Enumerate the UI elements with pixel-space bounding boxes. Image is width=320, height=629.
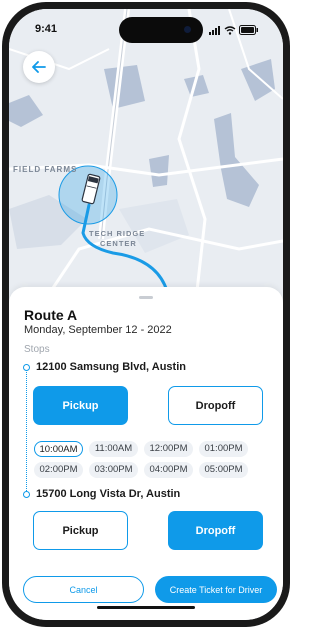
stop-2-pickup-button[interactable]: Pickup bbox=[33, 511, 128, 550]
map-label-field-farms: FIELD FARMS bbox=[13, 165, 78, 174]
camera-dot bbox=[184, 26, 191, 33]
stop-2-address: 15700 Long Vista Dr, Austin bbox=[36, 488, 181, 500]
time-slot[interactable]: 03:00PM bbox=[89, 462, 138, 478]
map-canvas bbox=[9, 9, 283, 309]
back-button[interactable] bbox=[23, 51, 55, 83]
phone-frame: FIELD FARMS TECH RIDGE CENTER 9:41 Route… bbox=[2, 2, 290, 627]
time-slot[interactable]: 01:00PM bbox=[199, 441, 248, 457]
map-view[interactable]: FIELD FARMS TECH RIDGE CENTER bbox=[9, 9, 283, 309]
time-slot[interactable]: 11:00AM bbox=[89, 441, 138, 457]
time-slot-row: 02:00PM 03:00PM 04:00PM 05:00PM bbox=[34, 462, 270, 478]
status-icons bbox=[209, 25, 259, 35]
stops-connector bbox=[26, 369, 27, 493]
sheet-handle[interactable] bbox=[139, 296, 153, 299]
stops-label: Stops bbox=[24, 344, 50, 355]
cancel-button[interactable]: Cancel bbox=[23, 576, 144, 603]
map-label-tech-ridge: TECH RIDGE bbox=[89, 229, 146, 238]
battery-icon bbox=[239, 25, 258, 35]
dynamic-island bbox=[119, 17, 203, 43]
time-slot[interactable]: 10:00AM bbox=[34, 441, 83, 457]
time-slot[interactable]: 12:00PM bbox=[144, 441, 193, 457]
stop-1-address: 12100 Samsung Blvd, Austin bbox=[36, 361, 186, 373]
stop-2-dropoff-button[interactable]: Dropoff bbox=[168, 511, 263, 550]
status-time: 9:41 bbox=[35, 23, 58, 35]
time-slot-grid: 10:00AM 11:00AM 12:00PM 01:00PM 02:00PM … bbox=[34, 441, 270, 483]
stop-marker bbox=[23, 364, 30, 371]
stop-1-dropoff-button[interactable]: Dropoff bbox=[168, 386, 263, 425]
map-label-center: CENTER bbox=[100, 239, 137, 248]
wifi-icon bbox=[224, 25, 236, 35]
time-slot[interactable]: 05:00PM bbox=[199, 462, 248, 478]
stop-marker bbox=[23, 491, 30, 498]
time-slot[interactable]: 04:00PM bbox=[144, 462, 193, 478]
time-slot[interactable]: 02:00PM bbox=[34, 462, 83, 478]
create-ticket-button[interactable]: Create Ticket for Driver bbox=[155, 576, 277, 603]
home-indicator bbox=[97, 606, 195, 609]
signal-icon bbox=[209, 25, 220, 35]
screen: FIELD FARMS TECH RIDGE CENTER 9:41 Route… bbox=[9, 9, 283, 620]
route-title: Route A bbox=[24, 307, 78, 323]
stop-1-pickup-button[interactable]: Pickup bbox=[33, 386, 128, 425]
route-sheet: Route A Monday, September 12 - 2022 Stop… bbox=[9, 287, 283, 620]
time-slot-row: 10:00AM 11:00AM 12:00PM 01:00PM bbox=[34, 441, 270, 457]
arrow-left-icon bbox=[32, 61, 46, 73]
route-date: Monday, September 12 - 2022 bbox=[24, 324, 172, 336]
